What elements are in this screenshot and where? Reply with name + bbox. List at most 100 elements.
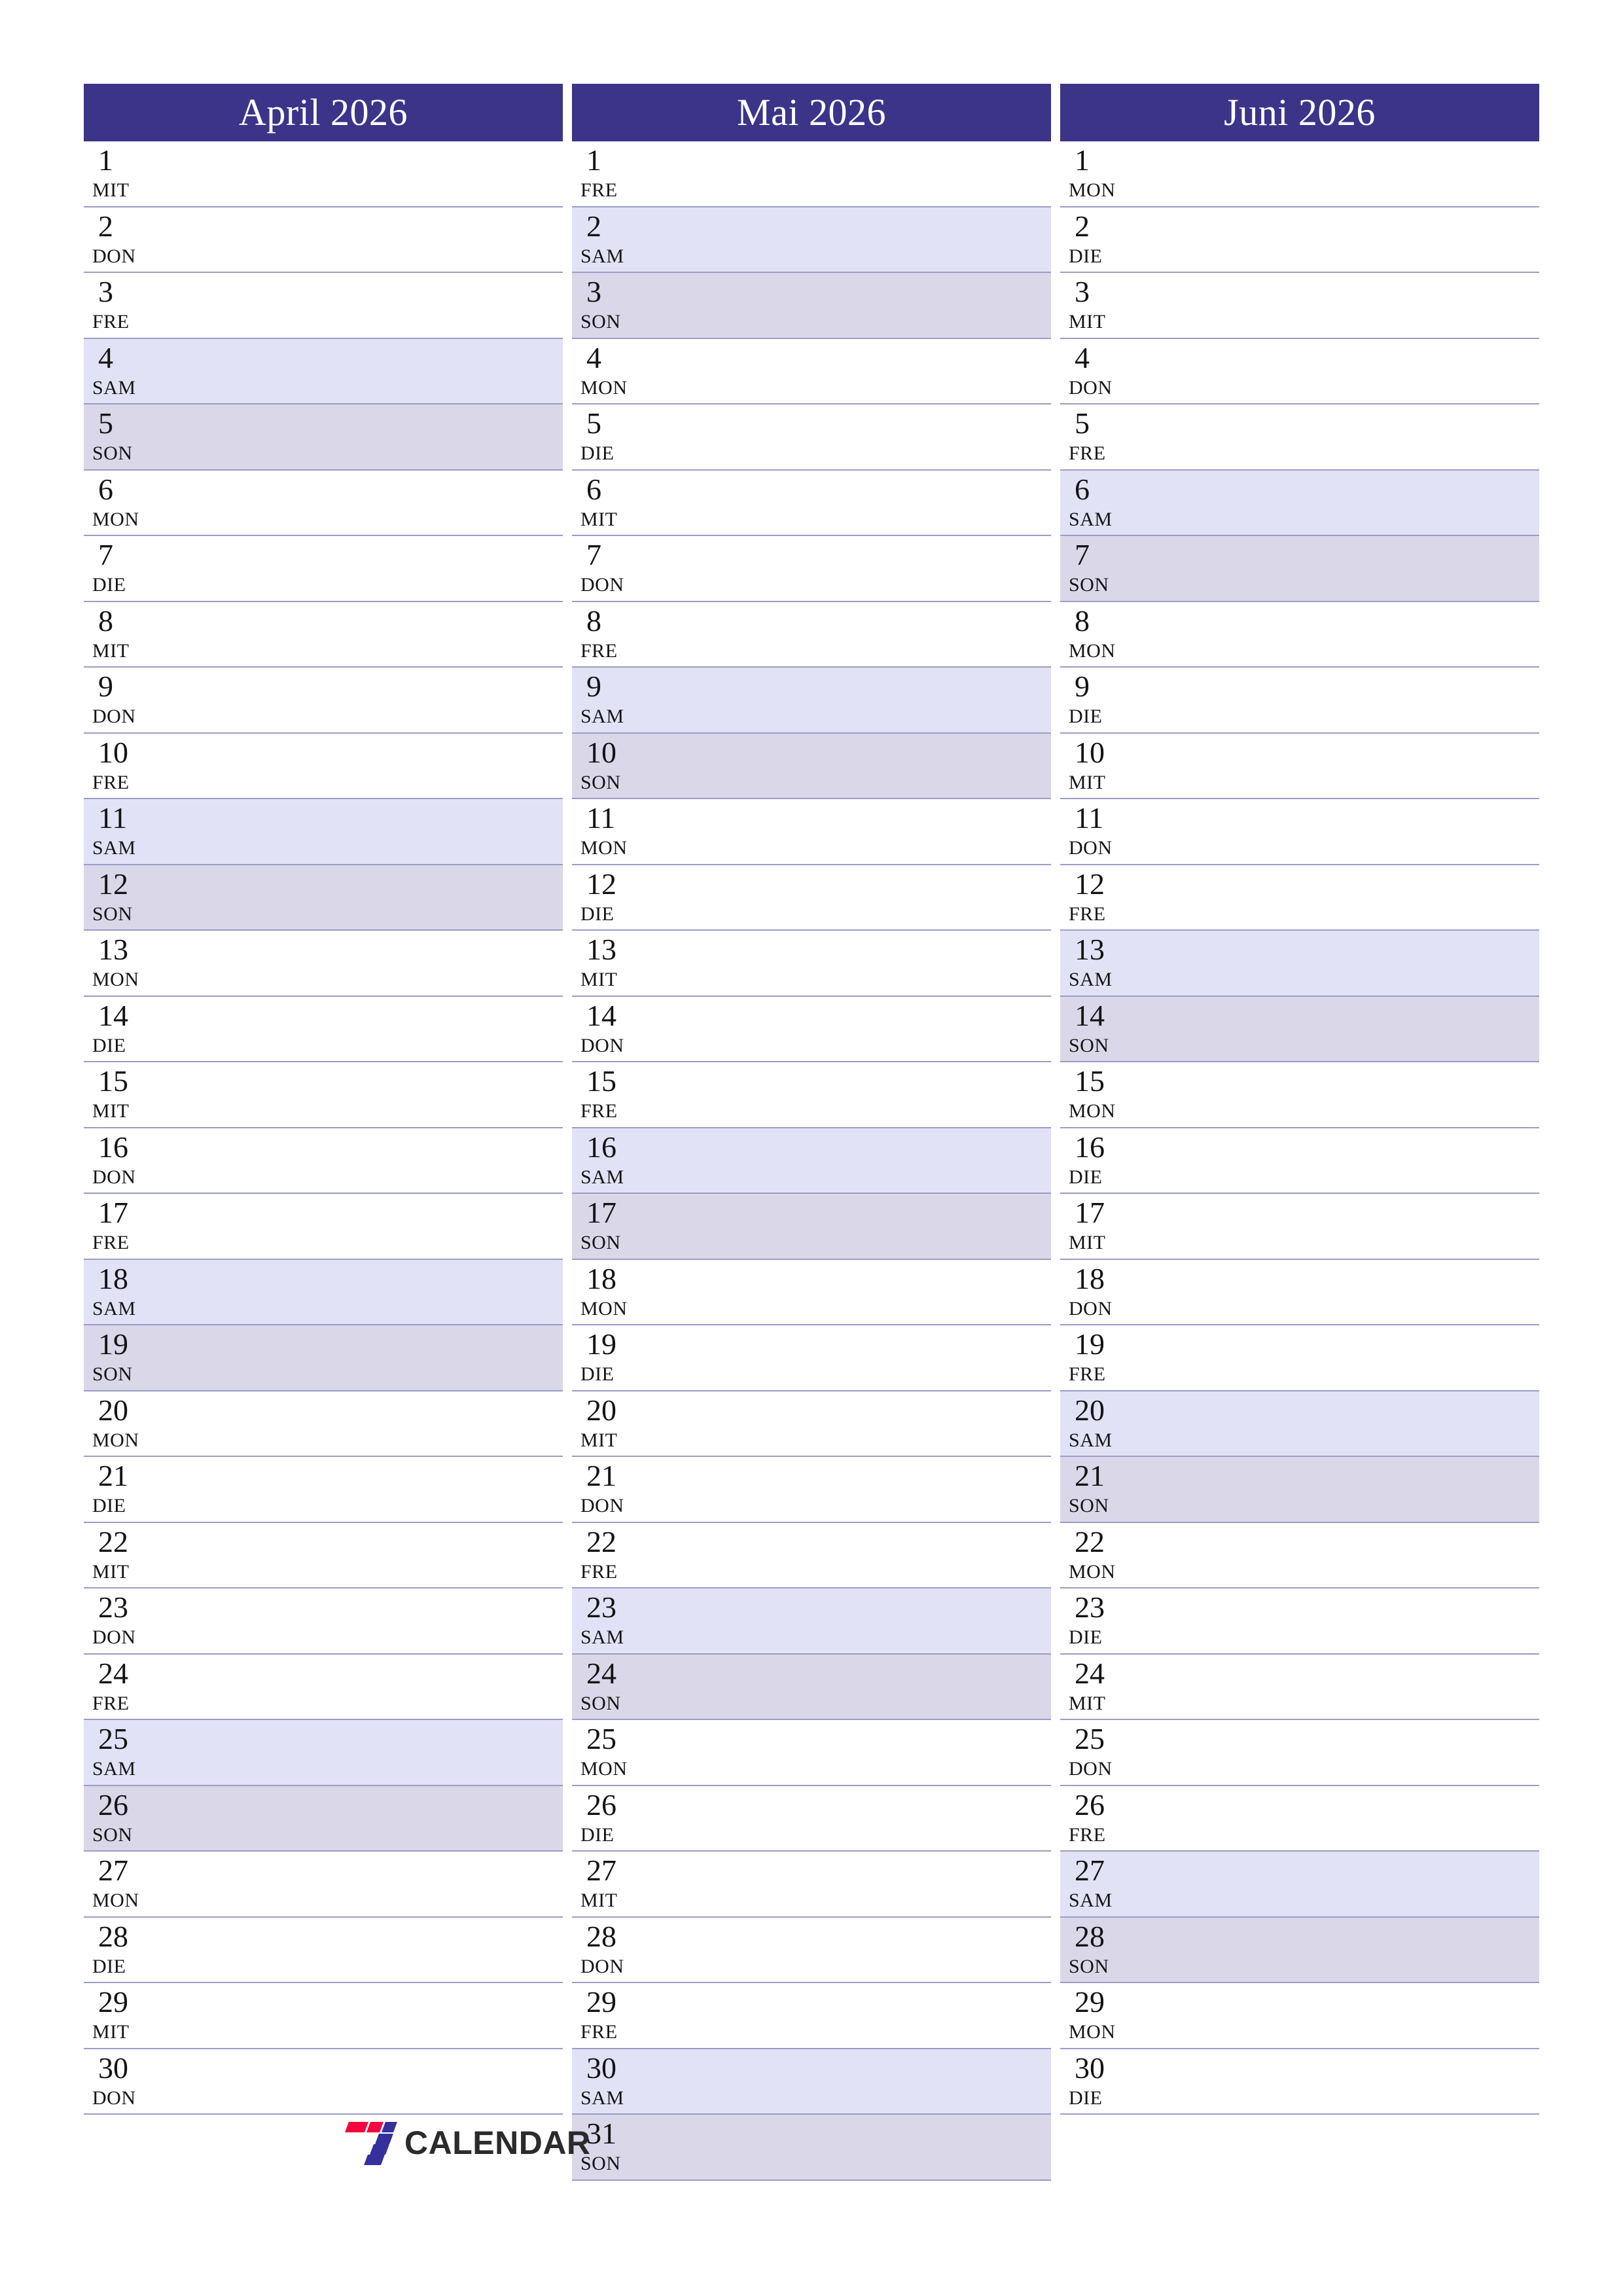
day-row[interactable]: 28 DON: [572, 1917, 1051, 1983]
day-row[interactable]: 5 FRE: [1060, 404, 1539, 471]
day-row[interactable]: 21 SON: [1060, 1457, 1539, 1523]
day-row[interactable]: 22 MON: [1060, 1522, 1539, 1588]
day-row[interactable]: 11 MON: [572, 799, 1051, 865]
day-weekday-label: MIT: [1069, 311, 1106, 332]
day-number: 25: [1075, 1722, 1105, 1755]
day-row[interactable]: 10 SON: [572, 733, 1051, 799]
day-row[interactable]: 6 MIT: [572, 470, 1051, 536]
day-row[interactable]: 1 MIT: [84, 141, 563, 207]
day-row[interactable]: 22 MIT: [84, 1522, 563, 1588]
day-row[interactable]: 15 MON: [1060, 1062, 1539, 1128]
day-row[interactable]: 12 DIE: [572, 865, 1051, 931]
day-row[interactable]: 18 MON: [572, 1259, 1051, 1325]
day-row[interactable]: 30 DIE: [1060, 2049, 1539, 2115]
day-row[interactable]: 25 MON: [572, 1720, 1051, 1786]
day-row[interactable]: 28 SON: [1060, 1917, 1539, 1983]
day-row[interactable]: 17 SON: [572, 1194, 1051, 1260]
day-row[interactable]: 10 FRE: [84, 733, 563, 799]
day-row[interactable]: 3 FRE: [84, 273, 563, 339]
day-row[interactable]: 7 DIE: [84, 536, 563, 602]
day-row[interactable]: 4 DON: [1060, 338, 1539, 404]
day-row[interactable]: 5 SON: [84, 404, 563, 471]
day-row[interactable]: 6 MON: [84, 470, 563, 536]
day-row[interactable]: 14 DIE: [84, 996, 563, 1062]
day-row[interactable]: 15 MIT: [84, 1062, 563, 1128]
day-weekday-label: SAM: [1069, 969, 1113, 990]
day-row[interactable]: 27 MON: [84, 1852, 563, 1918]
day-row[interactable]: 8 MIT: [84, 601, 563, 668]
day-row[interactable]: 17 FRE: [84, 1194, 563, 1260]
day-row[interactable]: 24 MIT: [1060, 1654, 1539, 1720]
day-row[interactable]: 9 DON: [84, 668, 563, 734]
day-row[interactable]: 29 FRE: [572, 1983, 1051, 2049]
day-row[interactable]: 29 MON: [1060, 1983, 1539, 2049]
day-row[interactable]: 26 DIE: [572, 1785, 1051, 1852]
day-row[interactable]: 18 DON: [1060, 1259, 1539, 1325]
day-row[interactable]: 19 SON: [84, 1325, 563, 1391]
day-row[interactable]: 30 DON: [84, 2049, 563, 2115]
day-row[interactable]: 12 FRE: [1060, 865, 1539, 931]
day-row[interactable]: 4 SAM: [84, 338, 563, 404]
day-row[interactable]: 16 DON: [84, 1128, 563, 1194]
day-row[interactable]: 22 FRE: [572, 1522, 1051, 1588]
day-row[interactable]: 16 SAM: [572, 1128, 1051, 1194]
day-row[interactable]: 17 MIT: [1060, 1194, 1539, 1260]
day-row[interactable]: 13 MON: [84, 931, 563, 997]
day-row[interactable]: 7 SON: [1060, 536, 1539, 602]
day-row[interactable]: 1 MON: [1060, 141, 1539, 207]
day-row[interactable]: 7 DON: [572, 536, 1051, 602]
day-row[interactable]: 6 SAM: [1060, 470, 1539, 536]
day-row[interactable]: 2 SAM: [572, 207, 1051, 273]
day-row[interactable]: 13 MIT: [572, 931, 1051, 997]
day-row[interactable]: 28 DIE: [84, 1917, 563, 1983]
day-row[interactable]: 16 DIE: [1060, 1128, 1539, 1194]
day-row[interactable]: 23 DIE: [1060, 1588, 1539, 1655]
day-row[interactable]: 2 DIE: [1060, 207, 1539, 273]
day-row[interactable]: 3 SON: [572, 273, 1051, 339]
day-row[interactable]: 25 DON: [1060, 1720, 1539, 1786]
day-row[interactable]: 29 MIT: [84, 1983, 563, 2049]
day-row[interactable]: 19 DIE: [572, 1325, 1051, 1391]
day-row[interactable]: 14 DON: [572, 996, 1051, 1062]
day-row[interactable]: 18 SAM: [84, 1259, 563, 1325]
day-row[interactable]: 26 SON: [84, 1785, 563, 1852]
day-row[interactable]: 15 FRE: [572, 1062, 1051, 1128]
day-row[interactable]: 20 MON: [84, 1391, 563, 1457]
day-row[interactable]: 21 DIE: [84, 1457, 563, 1523]
day-weekday-label: DON: [1069, 376, 1113, 399]
day-row[interactable]: 10 MIT: [1060, 733, 1539, 799]
day-row[interactable]: 30 SAM: [572, 2049, 1051, 2115]
day-weekday-label: SON: [580, 1232, 621, 1253]
day-row[interactable]: 9 SAM: [572, 668, 1051, 734]
day-row[interactable]: 19 FRE: [1060, 1325, 1539, 1391]
brand-name: CALENDAR: [404, 2125, 591, 2161]
day-weekday-label: SAM: [92, 376, 136, 399]
day-number: 2: [1075, 209, 1090, 243]
day-row[interactable]: 11 SAM: [84, 799, 563, 865]
day-row[interactable]: 3 MIT: [1060, 273, 1539, 339]
day-row[interactable]: 11 DON: [1060, 799, 1539, 865]
day-row[interactable]: 24 FRE: [84, 1654, 563, 1720]
day-row[interactable]: 25 SAM: [84, 1720, 563, 1786]
day-row[interactable]: 20 MIT: [572, 1391, 1051, 1457]
day-row[interactable]: 13 SAM: [1060, 931, 1539, 997]
day-row[interactable]: 21 DON: [572, 1457, 1051, 1523]
day-row[interactable]: 23 DON: [84, 1588, 563, 1655]
day-row[interactable]: 12 SON: [84, 865, 563, 931]
day-row[interactable]: 1 FRE: [572, 141, 1051, 207]
day-row[interactable]: 23 SAM: [572, 1588, 1051, 1655]
day-row[interactable]: 9 DIE: [1060, 668, 1539, 734]
day-row[interactable]: 2 DON: [84, 207, 563, 273]
day-row[interactable]: 27 MIT: [572, 1852, 1051, 1918]
day-row[interactable]: 4 MON: [572, 338, 1051, 404]
day-row[interactable]: 14 SON: [1060, 996, 1539, 1062]
day-weekday-label: DIE: [92, 1034, 126, 1056]
day-row[interactable]: 8 MON: [1060, 601, 1539, 668]
day-row[interactable]: 24 SON: [572, 1654, 1051, 1720]
day-row[interactable]: 26 FRE: [1060, 1785, 1539, 1852]
day-row[interactable]: 31 SON: [572, 2115, 1051, 2181]
day-row[interactable]: 8 FRE: [572, 601, 1051, 668]
day-row[interactable]: 5 DIE: [572, 404, 1051, 471]
day-row[interactable]: 20 SAM: [1060, 1391, 1539, 1457]
day-row[interactable]: 27 SAM: [1060, 1852, 1539, 1918]
